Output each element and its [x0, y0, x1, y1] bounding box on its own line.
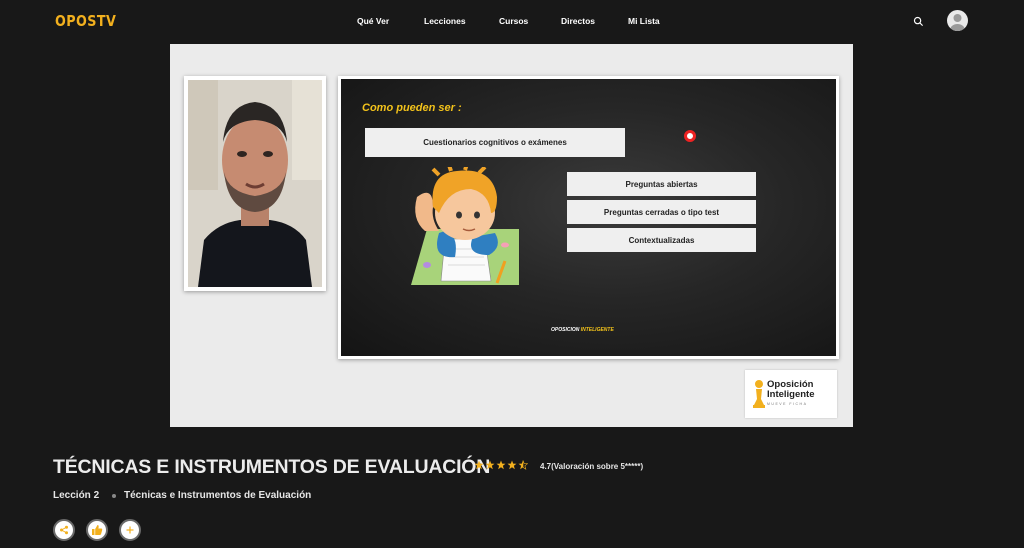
nav-directos[interactable]: Directos	[561, 16, 595, 26]
thumbs-up-icon	[92, 525, 103, 535]
rating-stars[interactable]	[474, 460, 528, 470]
slide-box-cuestionarios: Cuestionarios cognitivos o exámenes	[365, 128, 625, 157]
brand-name: Oposición Inteligente	[767, 380, 815, 400]
slide-option-preguntas-abiertas: Preguntas abiertas	[567, 172, 756, 196]
video-player[interactable]: Como pueden ser : Cuestionarios cognitiv…	[170, 44, 853, 427]
star-icon	[496, 460, 506, 470]
brand-line-2: Inteligente	[767, 389, 815, 400]
slide-option-preguntas-cerradas: Preguntas cerradas o tipo test	[567, 200, 756, 224]
brand-tagline: MUEVE FICHA	[767, 402, 808, 406]
footer-text: OPOSICION	[551, 327, 581, 333]
brand-watermark: Oposición Inteligente MUEVE FICHA	[745, 370, 837, 418]
top-navigation-bar: OPOSTV Qué Ver Lecciones Cursos Directos…	[0, 0, 1024, 42]
rating-text: 4.7(Valoración sobre 5*****)	[540, 462, 644, 471]
rate-button[interactable]	[86, 519, 108, 541]
share-button[interactable]	[53, 519, 75, 541]
footer-accent-text: INTELIGENTE	[580, 327, 614, 333]
slide-frame: Como pueden ser : Cuestionarios cognitiv…	[338, 76, 839, 359]
webcam-frame	[184, 76, 326, 291]
presenter-video	[188, 80, 322, 287]
user-avatar[interactable]	[947, 10, 968, 31]
nav-que-ver[interactable]: Qué Ver	[357, 16, 389, 26]
slide-title: Como pueden ser :	[362, 102, 462, 114]
logo[interactable]: OPOSTV	[55, 12, 116, 30]
star-half-icon	[518, 460, 528, 470]
share-icon	[60, 525, 68, 535]
separator-dot	[112, 494, 116, 498]
star-icon	[474, 460, 484, 470]
add-to-list-button[interactable]	[119, 519, 141, 541]
slide-footer-brand: OPOSICION INTELIGENTE	[551, 327, 614, 333]
star-icon	[485, 460, 495, 470]
nav-mi-lista[interactable]: Mi Lista	[628, 16, 660, 26]
presentation-slide: Como pueden ser : Cuestionarios cognitiv…	[341, 79, 836, 356]
user-icon	[950, 14, 965, 31]
child-studying-illustration	[411, 167, 519, 285]
slide-option-contextualizadas: Contextualizadas	[567, 228, 756, 252]
lesson-title: TÉCNICAS E INSTRUMENTOS DE EVALUACIÓN	[53, 456, 491, 478]
nav-cursos[interactable]: Cursos	[499, 16, 528, 26]
chess-pawn-logo	[753, 380, 765, 408]
record-indicator	[684, 130, 696, 142]
nav-lecciones[interactable]: Lecciones	[424, 16, 466, 26]
star-icon	[507, 460, 517, 470]
presenter-image	[188, 80, 322, 287]
plus-icon	[126, 526, 134, 534]
search-icon[interactable]	[913, 16, 924, 27]
lesson-number: Lección 2	[53, 490, 100, 501]
lesson-subtitle: Técnicas e Instrumentos de Evaluación	[124, 490, 312, 501]
